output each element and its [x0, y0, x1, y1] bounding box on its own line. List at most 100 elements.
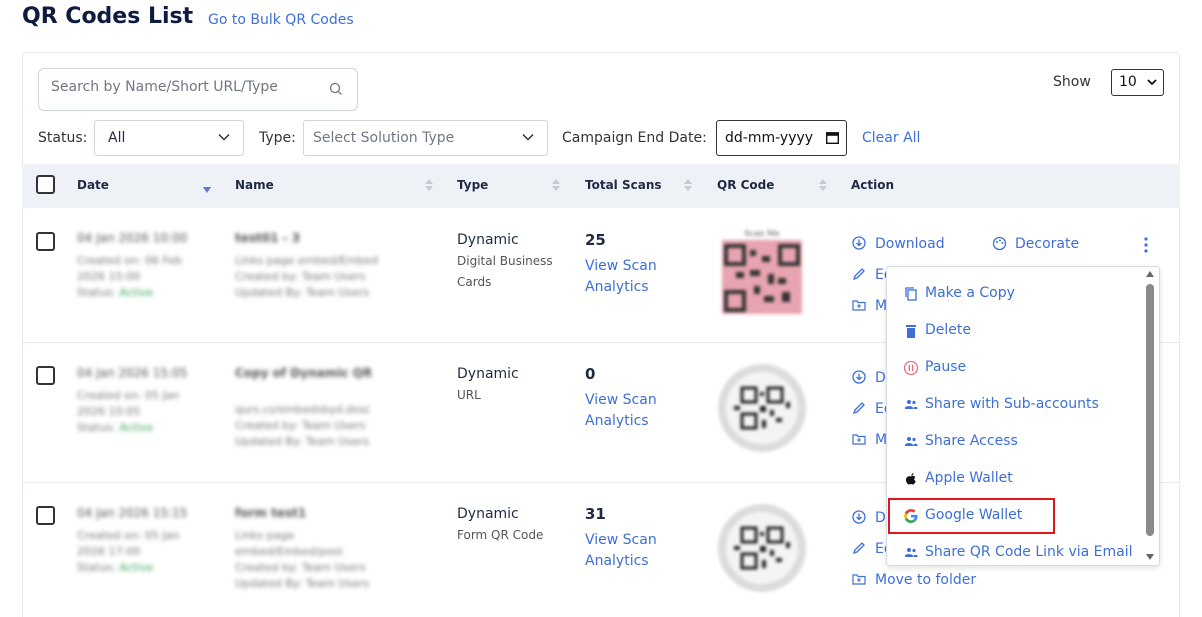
row-updated-by: Updated By: Team Users	[235, 286, 370, 299]
row-date: 04 Jan 2026 15:15	[77, 506, 188, 520]
more-options-icon[interactable]	[1143, 237, 1149, 253]
end-date-label: Campaign End Date:	[562, 130, 707, 146]
menu-item-apple-wallet[interactable]: Apple Wallet	[887, 460, 1147, 497]
row-status-label: Status:	[77, 286, 116, 299]
type-filter-label: Type:	[259, 130, 296, 146]
status-filter-label: Status:	[38, 130, 88, 146]
bulk-qr-codes-link[interactable]: Go to Bulk QR Codes	[208, 12, 354, 28]
row-date-block: 04 Jan 2026 10:00 Created on: 06 Feb 202…	[77, 231, 217, 301]
sort-icon[interactable]	[552, 178, 560, 192]
row-total-scans: 0	[585, 365, 596, 383]
type-dropdown-placeholder: Select Solution Type	[313, 130, 455, 146]
status-dropdown[interactable]: All	[94, 120, 244, 156]
view-scan-analytics-link[interactable]: View Scan Analytics	[585, 256, 685, 298]
page-size-select[interactable]: 10	[1111, 69, 1164, 96]
row-updated-by: Updated By: Team Users	[235, 577, 370, 590]
row-subtype: Digital Business Cards	[457, 254, 553, 289]
apple-icon	[906, 473, 916, 485]
clear-all-link[interactable]: Clear All	[862, 130, 920, 146]
download-button[interactable]: Download	[875, 236, 945, 252]
date-placeholder: dd-mm-yyyy	[725, 130, 814, 146]
menu-item-label: Pause	[925, 359, 967, 375]
row-checkbox[interactable]	[36, 366, 55, 385]
pause-icon	[903, 360, 919, 376]
decorate-button[interactable]: Decorate	[1015, 236, 1079, 252]
search-box[interactable]	[38, 68, 358, 111]
view-scan-analytics-link[interactable]: View Scan Analytics	[585, 530, 685, 572]
decorate-icon	[992, 236, 1007, 251]
row-date-block: 04 Jan 2026 15:05 Created on: 05 Jan 202…	[77, 366, 217, 436]
row-name: Copy of Dynamic QR	[235, 366, 373, 380]
row-status: Active	[119, 421, 154, 434]
status-dropdown-value: All	[108, 130, 126, 146]
row-name-sub: Links page embed/Embed	[235, 254, 379, 267]
qr-code-image	[718, 504, 806, 592]
menu-item-label: Make a Copy	[925, 285, 1015, 301]
column-header-qr-code: QR Code	[717, 178, 775, 192]
edit-icon	[852, 542, 865, 555]
row-status-label: Status:	[77, 561, 116, 574]
select-all-checkbox[interactable]	[36, 175, 55, 194]
row-date: 04 Jan 2026 10:00	[77, 231, 188, 245]
row-name-sub: Links page embed/Embed/post	[235, 529, 343, 558]
sort-icon[interactable]	[425, 178, 433, 192]
sort-desc-icon[interactable]	[203, 184, 211, 198]
menu-item-share-via-email[interactable]: Share QR Code Link via Email	[887, 534, 1147, 565]
type-dropdown[interactable]: Select Solution Type	[303, 120, 548, 156]
row-subtype: Form QR Code	[457, 528, 544, 542]
menu-item-pause[interactable]: Pause	[887, 349, 1147, 386]
row-name-block: test01 - 3 Links page embed/Embed Create…	[235, 231, 405, 301]
scroll-up-arrow-icon[interactable]	[1146, 271, 1154, 277]
menu-item-label: Share QR Code Link via Email	[925, 544, 1133, 560]
download-icon	[852, 236, 866, 250]
row-created-2: 2026 10:05	[77, 405, 141, 418]
column-header-date[interactable]: Date	[77, 178, 109, 192]
calendar-icon[interactable]	[826, 131, 839, 144]
row-checkbox[interactable]	[36, 232, 55, 251]
menu-item-label: Share Access	[925, 433, 1018, 449]
edit-icon	[852, 268, 865, 281]
row-created-by: Created by: Team Users	[235, 419, 366, 432]
chevron-down-icon	[522, 133, 534, 141]
chevron-down-icon	[218, 133, 230, 141]
row-name-block: Copy of Dynamic QR qurs.cs/embedsbyd.dss…	[235, 366, 405, 450]
campaign-end-date-input[interactable]: dd-mm-yyyy	[716, 120, 847, 156]
search-icon[interactable]	[329, 82, 343, 96]
row-total-scans: 25	[585, 231, 606, 249]
menu-item-share-access[interactable]: Share Access	[887, 423, 1147, 460]
sort-icon[interactable]	[684, 178, 692, 192]
row-created-by: Created by: Team Users	[235, 561, 366, 574]
column-header-type[interactable]: Type	[457, 178, 488, 192]
row-name: form test1	[235, 506, 307, 520]
row-created-2: 2026 15:00	[77, 270, 141, 283]
move-to-folder-button[interactable]: Move to folder	[875, 572, 976, 588]
row-created: Created on: 06 Feb	[77, 254, 182, 267]
menu-scrollbar[interactable]	[1146, 284, 1154, 536]
menu-item-label: Delete	[925, 322, 971, 338]
qr-code-image: Scan Me	[722, 229, 802, 314]
menu-item-label: Apple Wallet	[925, 470, 1013, 486]
sort-icon[interactable]	[819, 178, 827, 192]
row-updated-by: Updated By: Team Users	[235, 435, 370, 448]
row-checkbox[interactable]	[36, 506, 55, 525]
row-created-by: Created by: Team Users	[235, 270, 366, 283]
column-header-total-scans[interactable]: Total Scans	[585, 178, 662, 192]
menu-item-label: Share with Sub-accounts	[925, 396, 1099, 412]
row-status: Active	[119, 561, 154, 574]
row-type: Dynamic	[457, 506, 519, 522]
folder-icon	[852, 574, 866, 585]
search-input[interactable]	[51, 79, 321, 95]
row-status: Active	[119, 286, 154, 299]
menu-item-share-with-sub-accounts[interactable]: Share with Sub-accounts	[887, 386, 1147, 423]
view-scan-analytics-link[interactable]: View Scan Analytics	[585, 390, 685, 432]
page-title: QR Codes List	[22, 4, 194, 29]
row-date: 04 Jan 2026 15:05	[77, 366, 188, 380]
menu-item-delete[interactable]: Delete	[887, 312, 1147, 349]
copy-icon	[905, 287, 917, 301]
svg-text:Scan Me: Scan Me	[744, 229, 780, 238]
menu-item-make-a-copy[interactable]: Make a Copy	[887, 275, 1147, 312]
row-type: Dynamic	[457, 366, 519, 382]
show-label: Show	[1053, 74, 1091, 90]
scroll-down-arrow-icon[interactable]	[1146, 554, 1154, 560]
column-header-name[interactable]: Name	[235, 178, 274, 192]
